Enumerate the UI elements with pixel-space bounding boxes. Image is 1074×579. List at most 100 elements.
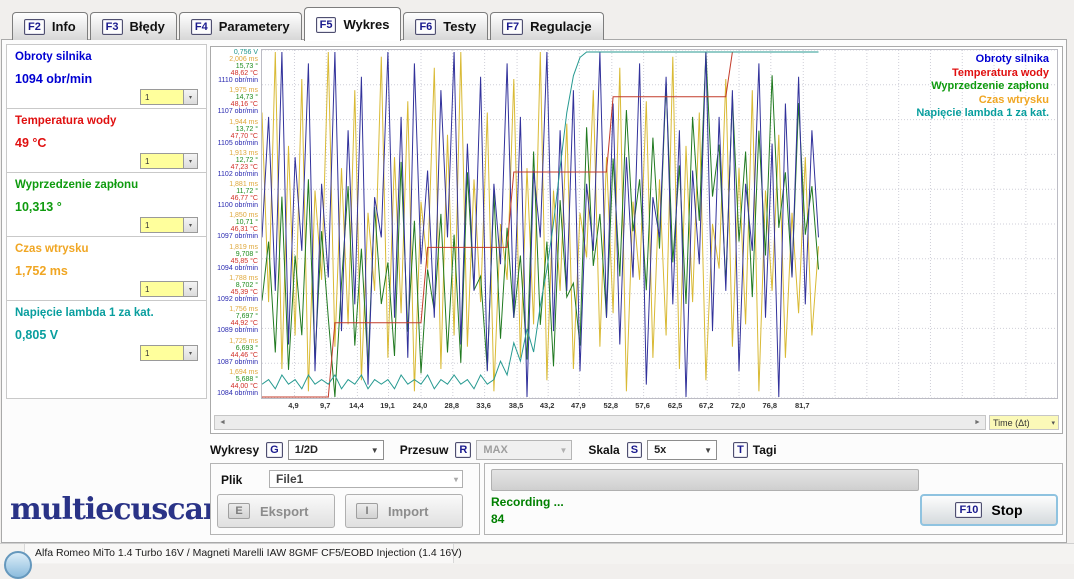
y-tick-celsius: 45,39 °C [212,289,260,296]
panel-scale-select[interactable]: 1▾ [140,345,198,361]
app-logo: multiecuscan [10,492,224,527]
import-button[interactable]: I Import [345,494,463,528]
tagi-label[interactable]: Tagi [753,443,777,457]
wykresy-value: 1/2D [295,444,318,456]
parameter-name: Temperatura wody [15,115,116,127]
y-axis-group: 1,725 ms6,693 °44,46 °C1087 obr/min [212,338,260,366]
parameter-value: 49 °C [15,136,46,150]
scroll-right-icon[interactable]: ► [970,416,985,429]
chart-scrollbar[interactable]: ◄ ► [214,415,986,430]
scrollbar-track[interactable] [230,416,970,429]
y-tick-rpm: 1089 obr/min [212,327,260,334]
tab-info[interactable]: F2Info [12,12,88,40]
fkey-badge: F7 [502,19,523,35]
y-tick-rpm: 1102 obr/min [212,171,260,178]
key-badge-i: I [356,503,378,519]
file-select-value: File1 [276,472,303,486]
tab-błędy[interactable]: F3Błędy [90,12,177,40]
parameter-panel: Wyprzedzenie zapłonu10,313 °1▾ [6,172,207,237]
tab-regulacje[interactable]: F7 Regulacje [490,12,603,40]
x-tick-label: 67,2 [699,401,714,410]
stop-label: Stop [991,502,1022,518]
skala-select[interactable]: 5x ▼ [647,440,717,460]
stop-button[interactable]: F10 Stop [920,494,1058,526]
przesuw-value: MAX [483,444,507,456]
y-axis-group: 1,756 ms7,697 °44,92 °C1089 obr/min [212,306,260,334]
parameter-panel: Czas wtrysku 1,752 ms 1▾ [6,236,207,301]
parameter-panel: Obroty silnika1094 obr/min1▾ [6,44,207,109]
y-tick-celsius: 46,77 °C [212,195,260,202]
panel-scale-select[interactable]: 1▾ [140,281,198,297]
y-tick-deg: 15,73 ° [212,63,260,70]
y-tick-celsius: 48,62 °C [212,70,260,77]
x-tick-label: 76,8 [762,401,777,410]
x-tick-label: 72,0 [731,401,746,410]
chart-legend: Obroty silnikaTemperatura wodyWyprzedzen… [916,53,1049,121]
tab-label: Wykres [343,17,389,32]
legend-item: Temperatura wody [916,67,1049,81]
x-tick-label: 14,4 [349,401,364,410]
y-axis-group: 1,881 ms11,72 °46,77 °C1100 obr/min [212,181,260,209]
tab-label: Regulacje [530,19,591,34]
y-tick-celsius: 45,85 °C [212,258,260,265]
key-badge-t: T [733,442,748,458]
x-tick-label: 9,7 [320,401,330,410]
content-panel: Obroty silnika1094 obr/min1▾Temperatura … [1,39,1067,543]
y-tick-ms: 2,006 ms [212,56,260,63]
panel-scale-select[interactable]: 1▾ [140,153,198,169]
parameter-name: Czas wtrysku [15,243,89,255]
parameter-panel: Napięcie lambda 1 za kat.0,805 V1▾ [6,300,207,399]
y-tick-deg: 9,708 ° [212,251,260,258]
eksport-button[interactable]: E Eksport [217,494,335,528]
key-badge-e: E [228,503,250,519]
x-tick-label: 38,5 [509,401,524,410]
y-tick-rpm: 1094 obr/min [212,265,260,272]
tab-testy[interactable]: F6Testy [403,12,488,40]
panel-scale-value: 1 [141,221,183,230]
file-box: Plik File1 ▾ E Eksport I Import [210,463,480,535]
y-tick-rpm: 1105 obr/min [212,140,260,147]
x-tick-label: 62,5 [668,401,683,410]
y-axis-group: 1,788 ms8,702 °45,39 °C1092 obr/min [212,275,260,303]
fkey-badge: F4 [191,19,212,35]
y-tick-celsius: 47,70 °C [212,133,260,140]
y-tick-rpm: 1084 obr/min [212,390,260,397]
progress-bar [491,469,919,491]
eksport-label: Eksport [260,504,308,519]
status-bar: Alfa Romeo MiTo 1.4 Turbo 16V / Magneti … [0,543,1074,564]
scroll-left-icon[interactable]: ◄ [215,416,230,429]
tab-label: Testy [443,19,476,34]
skala-label: Skala [588,443,619,457]
y-axis-group: 1,850 ms10,71 °46,31 °C1097 obr/min [212,212,260,240]
x-tick-label: 33,6 [476,401,491,410]
y-tick-celsius: 47,23 °C [212,164,260,171]
parameter-name: Napięcie lambda 1 za kat. [15,307,154,319]
x-tick-label: 81,7 [795,401,810,410]
recording-status: Recording ... [491,495,564,509]
parameter-name: Wyprzedzenie zapłonu [15,179,138,191]
parameter-value: 1,752 ms [15,264,68,278]
panel-scale-select[interactable]: 1▾ [140,89,198,105]
y-tick-ms: 1,819 ms [212,244,260,251]
y-tick-rpm: 1092 obr/min [212,296,260,303]
legend-item: Wyprzedzenie zapłonu [916,80,1049,94]
przesuw-select[interactable]: MAX ▼ [476,440,572,460]
panel-scale-select[interactable]: 1▾ [140,217,198,233]
file-select[interactable]: File1 ▾ [269,470,463,488]
y-tick-ms: 1,694 ms [212,369,260,376]
wykresy-select[interactable]: 1/2D ▼ [288,440,384,460]
y-tick-celsius: 44,46 °C [212,352,260,359]
import-label: Import [388,504,428,519]
skala-value: 5x [654,444,666,456]
parameter-name: Obroty silnika [15,51,92,63]
x-tick-label: 4,9 [288,401,298,410]
x-tick-label: 57,6 [635,401,650,410]
time-axis-value: Time (Δt) [993,418,1030,428]
tab-parametery[interactable]: F4Parametery [179,12,302,40]
tab-wykres[interactable]: F5Wykres [304,7,402,41]
tab-label: Błędy [130,19,165,34]
parameter-panel: Temperatura wody 49 °C 1▾ [6,108,207,173]
time-axis-select[interactable]: Time (Δt) ▾ [989,415,1059,430]
y-tick-rpm: 1100 obr/min [212,202,260,209]
y-axis-group: 0,756 V2,006 ms15,73 °48,62 °C1110 obr/m… [212,49,260,84]
